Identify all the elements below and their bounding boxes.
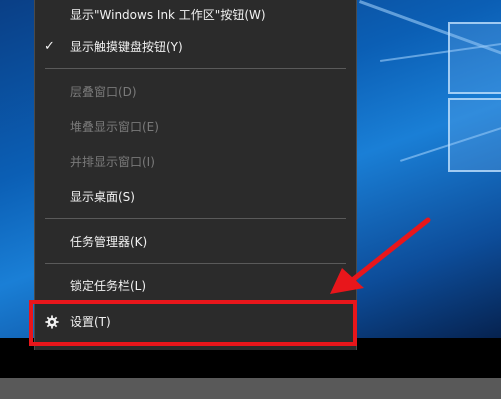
menu-item-stack-windows[interactable]: 堆叠显示窗口(E) — [35, 112, 356, 142]
menu-item-task-manager[interactable]: 任务管理器(K) — [35, 227, 356, 257]
taskbar-context-menu: 显示"Windows Ink 工作区"按钮(W) ✓ 显示触摸键盘按钮(Y) 层… — [34, 0, 357, 350]
menu-item-label: 显示"Windows Ink 工作区"按钮(W) — [70, 8, 266, 22]
menu-item-label: 任务管理器(K) — [70, 235, 148, 249]
menu-item-windows-ink[interactable]: 显示"Windows Ink 工作区"按钮(W) — [35, 0, 356, 30]
menu-separator — [45, 68, 346, 69]
highlight-box — [29, 300, 357, 346]
menu-item-side-by-side[interactable]: 并排显示窗口(I) — [35, 147, 356, 177]
menu-item-show-desktop[interactable]: 显示桌面(S) — [35, 182, 356, 212]
menu-item-label: 堆叠显示窗口(E) — [70, 120, 159, 134]
menu-separator — [45, 218, 346, 219]
windows-logo-pane — [448, 22, 501, 94]
menu-separator — [45, 263, 346, 264]
menu-item-label: 并排显示窗口(I) — [70, 155, 155, 169]
menu-item-lock-taskbar[interactable]: 锁定任务栏(L) — [35, 271, 356, 301]
menu-item-label: 显示桌面(S) — [70, 190, 135, 204]
menu-item-label: 锁定任务栏(L) — [70, 279, 147, 293]
menu-item-label: 显示触摸键盘按钮(Y) — [70, 40, 183, 54]
check-mark-icon: ✓ — [44, 39, 55, 54]
windows-logo-pane — [448, 98, 501, 172]
red-arrow-annotation — [330, 217, 431, 294]
menu-item-touch-keyboard[interactable]: ✓ 显示触摸键盘按钮(Y) — [35, 32, 356, 62]
menu-item-label: 层叠窗口(D) — [70, 85, 137, 99]
taskbar[interactable] — [0, 378, 501, 399]
menu-item-cascade-windows[interactable]: 层叠窗口(D) — [35, 77, 356, 107]
